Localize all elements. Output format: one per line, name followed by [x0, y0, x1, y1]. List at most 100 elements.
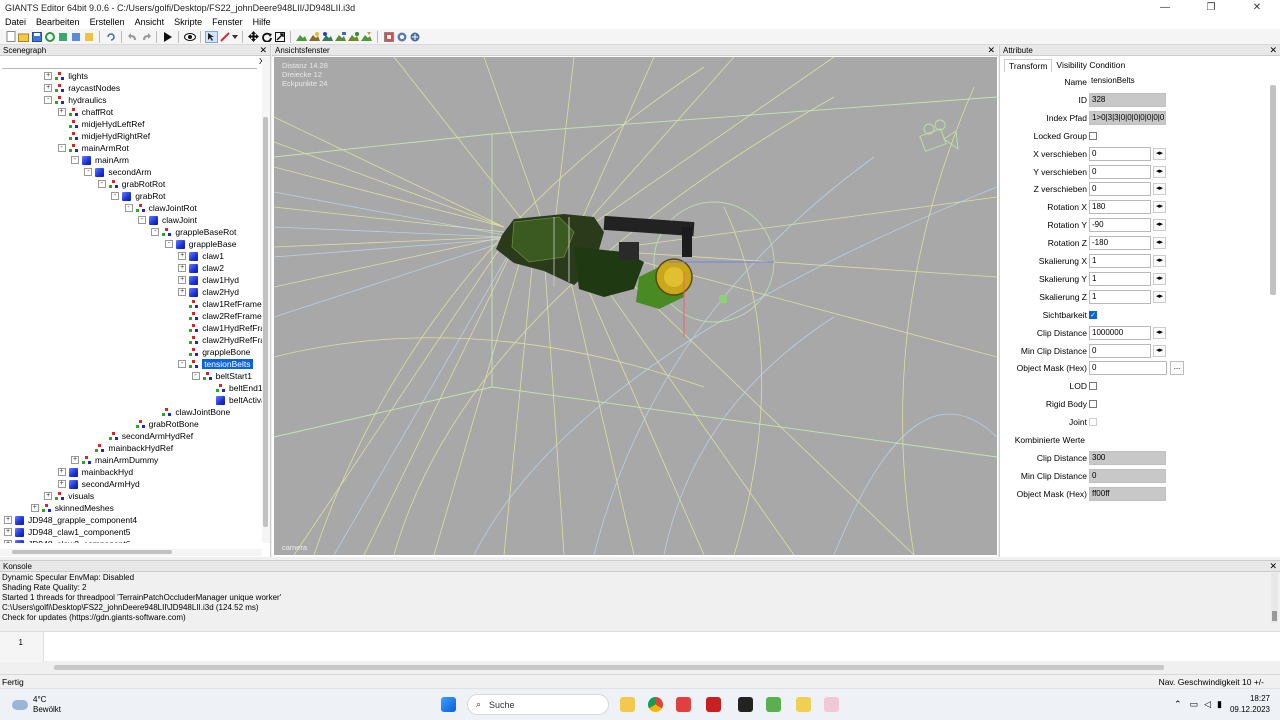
- import-icon[interactable]: [56, 31, 69, 43]
- reload-icon[interactable]: [43, 31, 56, 43]
- attribute-checkbox[interactable]: [1089, 418, 1097, 427]
- spin-drag-icon[interactable]: ◂▸: [1153, 344, 1166, 357]
- tab-transform[interactable]: Transform: [1004, 59, 1053, 72]
- tree-tool-icon[interactable]: [347, 31, 360, 43]
- scenegraph-node[interactable]: - mainArmRot: [57, 142, 129, 154]
- expand-icon[interactable]: +: [4, 528, 12, 536]
- spin-drag-icon[interactable]: ◂▸: [1153, 272, 1166, 285]
- rotate-tool-icon[interactable]: [260, 31, 273, 43]
- attribute-checkbox[interactable]: ✓: [1089, 310, 1097, 319]
- scenegraph-filter-input[interactable]: [2, 57, 257, 69]
- paint-tool-icon[interactable]: [308, 31, 321, 43]
- spin-drag-icon[interactable]: ◂▸: [1153, 219, 1166, 232]
- expand-icon[interactable]: +: [178, 288, 187, 296]
- spin-drag-icon[interactable]: ◂▸: [1153, 237, 1166, 250]
- scenegraph-node[interactable]: - secondArm: [84, 166, 151, 178]
- particle-editor-icon[interactable]: [395, 31, 408, 43]
- scenegraph-node[interactable]: - hydraulics: [44, 94, 106, 106]
- notepad-icon[interactable]: [796, 697, 811, 712]
- spin-drag-icon[interactable]: ◂▸: [1153, 290, 1166, 303]
- object-mask-edit-button[interactable]: ...: [1170, 361, 1184, 376]
- scenegraph-node[interactable]: claw1RefFrame: [178, 298, 262, 310]
- expand-icon[interactable]: +: [4, 540, 12, 543]
- scenegraph-node[interactable]: - clawJointRot: [124, 202, 197, 214]
- attribute-value-field[interactable]: -180: [1089, 236, 1151, 251]
- expand-icon[interactable]: +: [57, 468, 66, 476]
- network-icon[interactable]: ▭: [1190, 699, 1199, 710]
- collapse-icon[interactable]: -: [44, 96, 53, 104]
- shader-editor-icon[interactable]: [408, 31, 421, 43]
- collapse-icon[interactable]: -: [124, 204, 133, 212]
- scenegraph-node[interactable]: + JD948_claw1_component5: [4, 526, 131, 538]
- scenegraph-node[interactable]: - tensionBelts: [178, 358, 253, 370]
- menu-erstellen[interactable]: Erstellen: [85, 17, 130, 27]
- scenegraph-node[interactable]: secondArmHydRef: [98, 430, 193, 442]
- spin-drag-icon[interactable]: ◂▸: [1153, 165, 1166, 178]
- menu-bearbeiten[interactable]: Bearbeiten: [31, 17, 85, 27]
- collapse-icon[interactable]: -: [151, 228, 160, 236]
- expand-icon[interactable]: +: [57, 480, 66, 488]
- scenegraph-close-button[interactable]: ✕: [259, 45, 267, 56]
- windows-start-icon[interactable]: [441, 697, 456, 712]
- attribute-value-field[interactable]: 1: [1089, 254, 1151, 268]
- expand-icon[interactable]: +: [4, 516, 12, 524]
- console-close-button[interactable]: ✕: [1269, 561, 1277, 572]
- refresh-icon[interactable]: [104, 31, 117, 43]
- scenegraph-node[interactable]: mainbackHydRef: [84, 442, 173, 454]
- app-icon-red[interactable]: [676, 697, 691, 712]
- new-file-icon[interactable]: [4, 31, 17, 43]
- console-scrollbar[interactable]: [1271, 573, 1278, 623]
- scenegraph-node[interactable]: clawJointBone: [151, 406, 230, 418]
- spin-drag-icon[interactable]: ◂▸: [1153, 183, 1166, 196]
- scenegraph-node[interactable]: beltEnd1: [205, 382, 262, 394]
- attribute-value-field[interactable]: 1000000: [1089, 325, 1151, 340]
- scenegraph-node[interactable]: + skinnedMeshes: [30, 502, 114, 514]
- scale-tool-icon[interactable]: [273, 31, 286, 43]
- open-file-icon[interactable]: [17, 31, 30, 43]
- play-icon[interactable]: [161, 31, 174, 43]
- scenegraph-node[interactable]: + raycastNodes: [44, 82, 120, 94]
- file-explorer-icon[interactable]: [620, 697, 635, 712]
- attribute-value-field[interactable]: 180: [1089, 200, 1151, 215]
- scenegraph-horizontal-scrollbar[interactable]: [0, 549, 262, 556]
- scenegraph-node[interactable]: + JD948_grapple_component4: [4, 514, 137, 526]
- attribute-value-field[interactable]: 0: [1089, 343, 1151, 358]
- foliage-tool-icon[interactable]: [321, 31, 334, 43]
- spin-drag-icon[interactable]: ◂▸: [1153, 147, 1166, 160]
- app-icon-red-2[interactable]: [706, 697, 721, 712]
- scenegraph-node[interactable]: + JD948_claw2_component6: [4, 538, 131, 543]
- attribute-value-field[interactable]: 1: [1089, 271, 1151, 286]
- minimize-button[interactable]: —: [1142, 0, 1188, 15]
- select-tool-icon[interactable]: [205, 30, 218, 43]
- save-icon[interactable]: [30, 31, 43, 43]
- giants-editor-icon[interactable]: [824, 697, 839, 712]
- app-icon-green[interactable]: [766, 697, 781, 712]
- scenegraph-node[interactable]: + chaffRot: [57, 106, 113, 118]
- battery-icon[interactable]: ▮: [1217, 699, 1222, 710]
- attribute-checkbox[interactable]: [1089, 400, 1097, 409]
- redo-icon[interactable]: [139, 31, 152, 43]
- collapse-icon[interactable]: -: [138, 216, 146, 224]
- taskbar-clock[interactable]: 18:27 09.12.2023: [1230, 693, 1270, 715]
- scenegraph-node[interactable]: grappleBone: [178, 346, 250, 358]
- menu-datei[interactable]: Datei: [0, 17, 31, 27]
- spin-drag-icon[interactable]: ◂▸: [1153, 255, 1166, 267]
- scenegraph-node[interactable]: midjeHydLeftRef: [58, 118, 144, 130]
- expand-icon[interactable]: +: [44, 492, 53, 500]
- undo-icon[interactable]: [126, 31, 139, 43]
- collapse-icon[interactable]: -: [57, 144, 66, 152]
- spin-drag-icon[interactable]: ◂▸: [1153, 201, 1166, 214]
- collapse-icon[interactable]: -: [97, 180, 106, 188]
- console-horizontal-scrollbar[interactable]: [54, 665, 1164, 670]
- menu-skripte[interactable]: Skripte: [169, 17, 207, 27]
- expand-icon[interactable]: +: [44, 84, 53, 92]
- scrollbar-thumb[interactable]: [12, 550, 172, 554]
- scenegraph-node[interactable]: - grappleBase: [164, 238, 237, 250]
- attribute-value-field[interactable]: 0: [1089, 146, 1151, 161]
- scrollbar-thumb[interactable]: [263, 117, 268, 527]
- collapse-icon[interactable]: -: [178, 360, 187, 368]
- attribute-value-field[interactable]: 1: [1089, 289, 1151, 304]
- attribute-value-field[interactable]: 0: [1089, 361, 1167, 376]
- volume-icon[interactable]: ◁: [1204, 699, 1211, 710]
- chrome-icon[interactable]: [648, 697, 663, 712]
